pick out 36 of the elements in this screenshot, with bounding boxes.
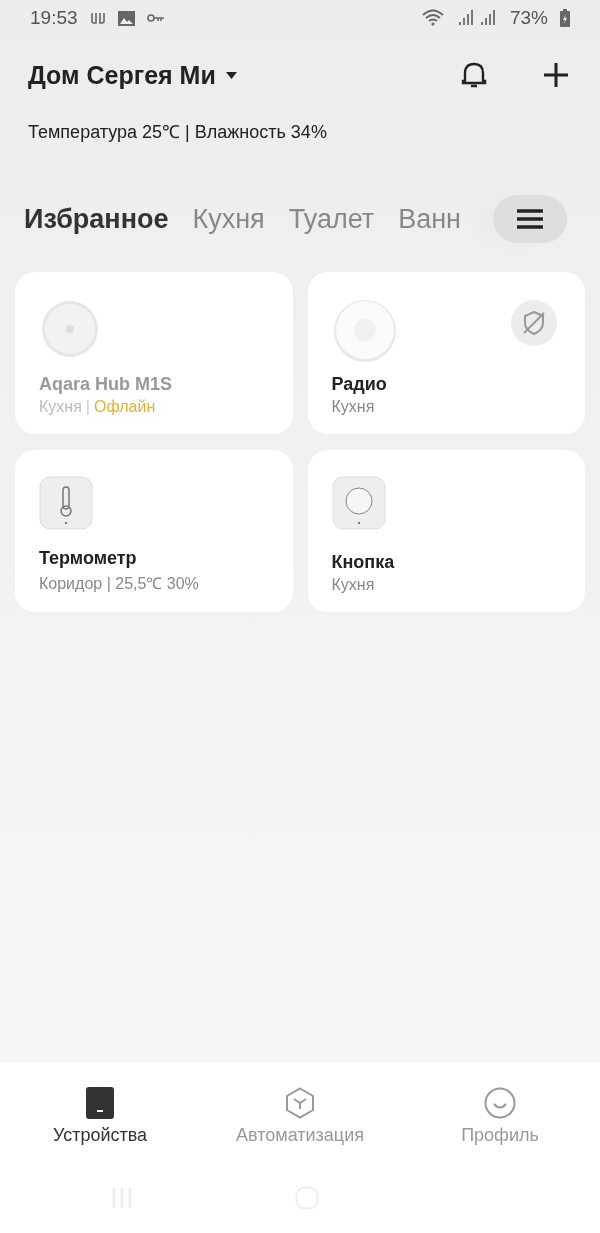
signal-icon — [457, 9, 498, 27]
menu-button[interactable] — [493, 195, 567, 243]
device-name: Aqara Hub M1S — [39, 374, 174, 395]
hub-icon — [39, 298, 101, 360]
device-card[interactable]: Термометр Коридор | 25,5℃ 30% — [15, 450, 293, 612]
plus-icon — [543, 62, 569, 88]
bell-icon — [461, 61, 487, 89]
device-card[interactable]: Кнопка Кухня — [307, 450, 585, 612]
device-room: Кухня — [331, 576, 375, 594]
separator: | — [85, 398, 90, 416]
dropdown-icon[interactable] — [225, 71, 237, 79]
battery-percent: 73% — [509, 7, 548, 29]
wireless-switch-icon — [331, 476, 386, 530]
device-name: Кнопка — [331, 552, 396, 573]
status-time: 19:53 — [30, 7, 78, 29]
device-room: Кухня — [331, 398, 375, 416]
device-card[interactable]: Радио Кухня — [307, 272, 585, 434]
key-icon — [146, 13, 165, 23]
menu-icon — [517, 209, 543, 229]
wifi-icon — [421, 9, 446, 27]
smiley-icon — [484, 1087, 516, 1119]
battery-charging-icon — [560, 9, 570, 27]
room-tab[interactable]: Избранное — [24, 203, 169, 235]
home-name[interactable]: Дом Сергея Ми — [28, 60, 216, 90]
device-name: Радио — [331, 374, 388, 395]
hexagon-icon — [285, 1087, 315, 1119]
climate-summary: Температура 25℃ | Влажность 34% — [27, 121, 328, 144]
thermometer-icon — [39, 476, 93, 530]
crossed-shield-icon — [521, 310, 547, 336]
device-room: Коридор | 25,5℃ 30% — [39, 574, 199, 594]
nav-tab[interactable]: Устройства — [0, 1086, 200, 1147]
device-name: Термометр — [39, 548, 138, 569]
device-icon — [86, 1087, 114, 1119]
image-icon — [117, 10, 135, 26]
offline-status: Офлайн — [94, 398, 156, 416]
device-room: Кухня — [39, 398, 82, 416]
